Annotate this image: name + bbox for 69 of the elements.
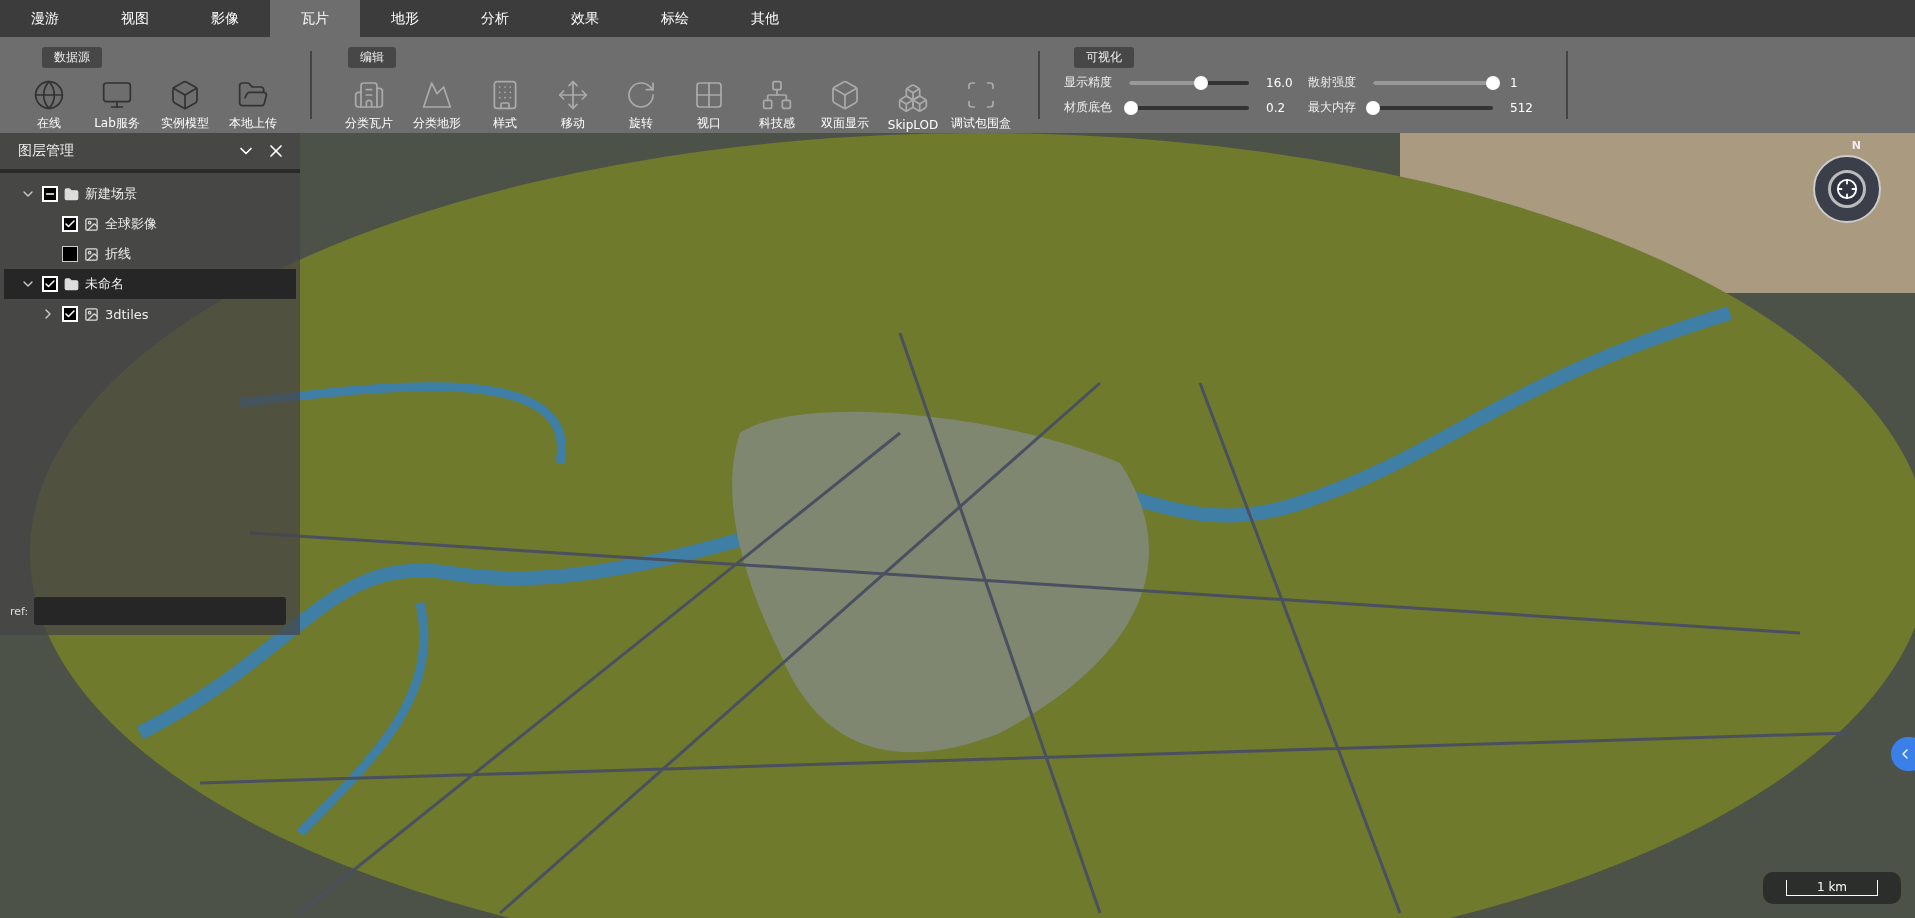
slider-label: 显示精度	[1064, 74, 1112, 91]
slider-value: 1	[1510, 75, 1519, 90]
toolbar-button[interactable]: Lab服务	[84, 74, 150, 132]
tree-label: 折线	[105, 245, 131, 263]
tree-row[interactable]: 未命名	[4, 269, 296, 299]
toolbar-button[interactable]: 科技感	[744, 74, 810, 132]
menu-tab[interactable]: 标绘	[630, 0, 720, 37]
tree-label: 3dtiles	[105, 306, 149, 322]
slider-value: 16.0	[1266, 75, 1294, 90]
folder-icon	[64, 186, 79, 202]
menu-tab[interactable]: 地形	[360, 0, 450, 37]
menu-tab[interactable]: 视图	[90, 0, 180, 37]
slider-label: 最大内存	[1308, 99, 1356, 116]
slider-value: 512	[1510, 100, 1534, 115]
group-title: 可视化	[1074, 47, 1134, 68]
tree-row[interactable]: 全球影像	[4, 209, 296, 239]
slider-label: 散射强度	[1308, 74, 1356, 91]
tree-row[interactable]: 新建场景	[4, 179, 296, 209]
toolbar-button[interactable]: 在线	[16, 74, 82, 132]
north-label: N	[1851, 139, 1861, 152]
slider-thumb[interactable]	[1124, 100, 1139, 115]
ref-label: ref:	[10, 604, 29, 618]
group-title: 编辑	[348, 47, 396, 68]
bounding-box-icon	[965, 79, 997, 111]
toolbar-button[interactable]: 旋转	[608, 74, 674, 132]
tree-row[interactable]: 折线	[4, 239, 296, 269]
slider-thumb[interactable]	[1194, 75, 1208, 90]
toolbar-button[interactable]: 移动	[540, 74, 606, 132]
toolbar-button[interactable]: 实例模型	[152, 74, 218, 132]
tree-label: 全球影像	[105, 215, 157, 233]
folder-icon	[64, 276, 79, 292]
checkbox[interactable]	[62, 246, 78, 262]
menu-tab[interactable]: 漫游	[0, 0, 90, 37]
panel-title: 图层管理	[18, 142, 75, 160]
slider-thumb[interactable]	[1486, 75, 1500, 90]
tree-label: 新建场景	[85, 185, 137, 203]
grid-icon	[693, 79, 725, 111]
slider-value: 0.2	[1266, 100, 1287, 115]
toolbar-button[interactable]: 分类地形	[404, 74, 470, 132]
tree-label: 未命名	[85, 275, 124, 293]
rotate-icon	[625, 79, 657, 111]
slider-label: 材质底色	[1064, 99, 1112, 116]
menu-tab[interactable]: 其他	[720, 0, 810, 37]
monitor-icon	[101, 79, 133, 111]
crosshair-icon	[1836, 178, 1858, 200]
toolbar-button[interactable]: SkipLOD	[880, 74, 946, 132]
slider-thumb[interactable]	[1366, 100, 1380, 115]
ref-input-field[interactable]	[34, 597, 286, 625]
toolbar-button[interactable]: 样式	[472, 74, 538, 132]
toolbar-button[interactable]: 分类瓦片	[336, 74, 402, 132]
building-icon	[353, 79, 385, 111]
toolbar-button[interactable]: 视口	[676, 74, 742, 132]
menu-tab[interactable]: 影像	[180, 0, 270, 37]
tree-row[interactable]: 3dtiles	[4, 299, 296, 329]
menu-tab[interactable]: 分析	[450, 0, 540, 37]
cube-icon	[829, 79, 861, 111]
group-title: 数据源	[42, 47, 102, 68]
image-icon	[84, 306, 99, 322]
toolbar-button[interactable]: 本地上传	[220, 74, 286, 132]
image-icon	[84, 216, 99, 232]
mountain-icon	[421, 79, 453, 111]
image-icon	[84, 246, 99, 262]
toolbar-button[interactable]: 调试包围盒	[948, 74, 1014, 132]
network-icon	[761, 79, 793, 111]
toolbar-button[interactable]: 双面显示	[812, 74, 878, 132]
scale-label: 1 km	[1785, 880, 1879, 896]
menu-tab[interactable]: 效果	[540, 0, 630, 37]
move-icon	[557, 79, 589, 111]
menu-tab[interactable]: 瓦片	[270, 0, 360, 37]
